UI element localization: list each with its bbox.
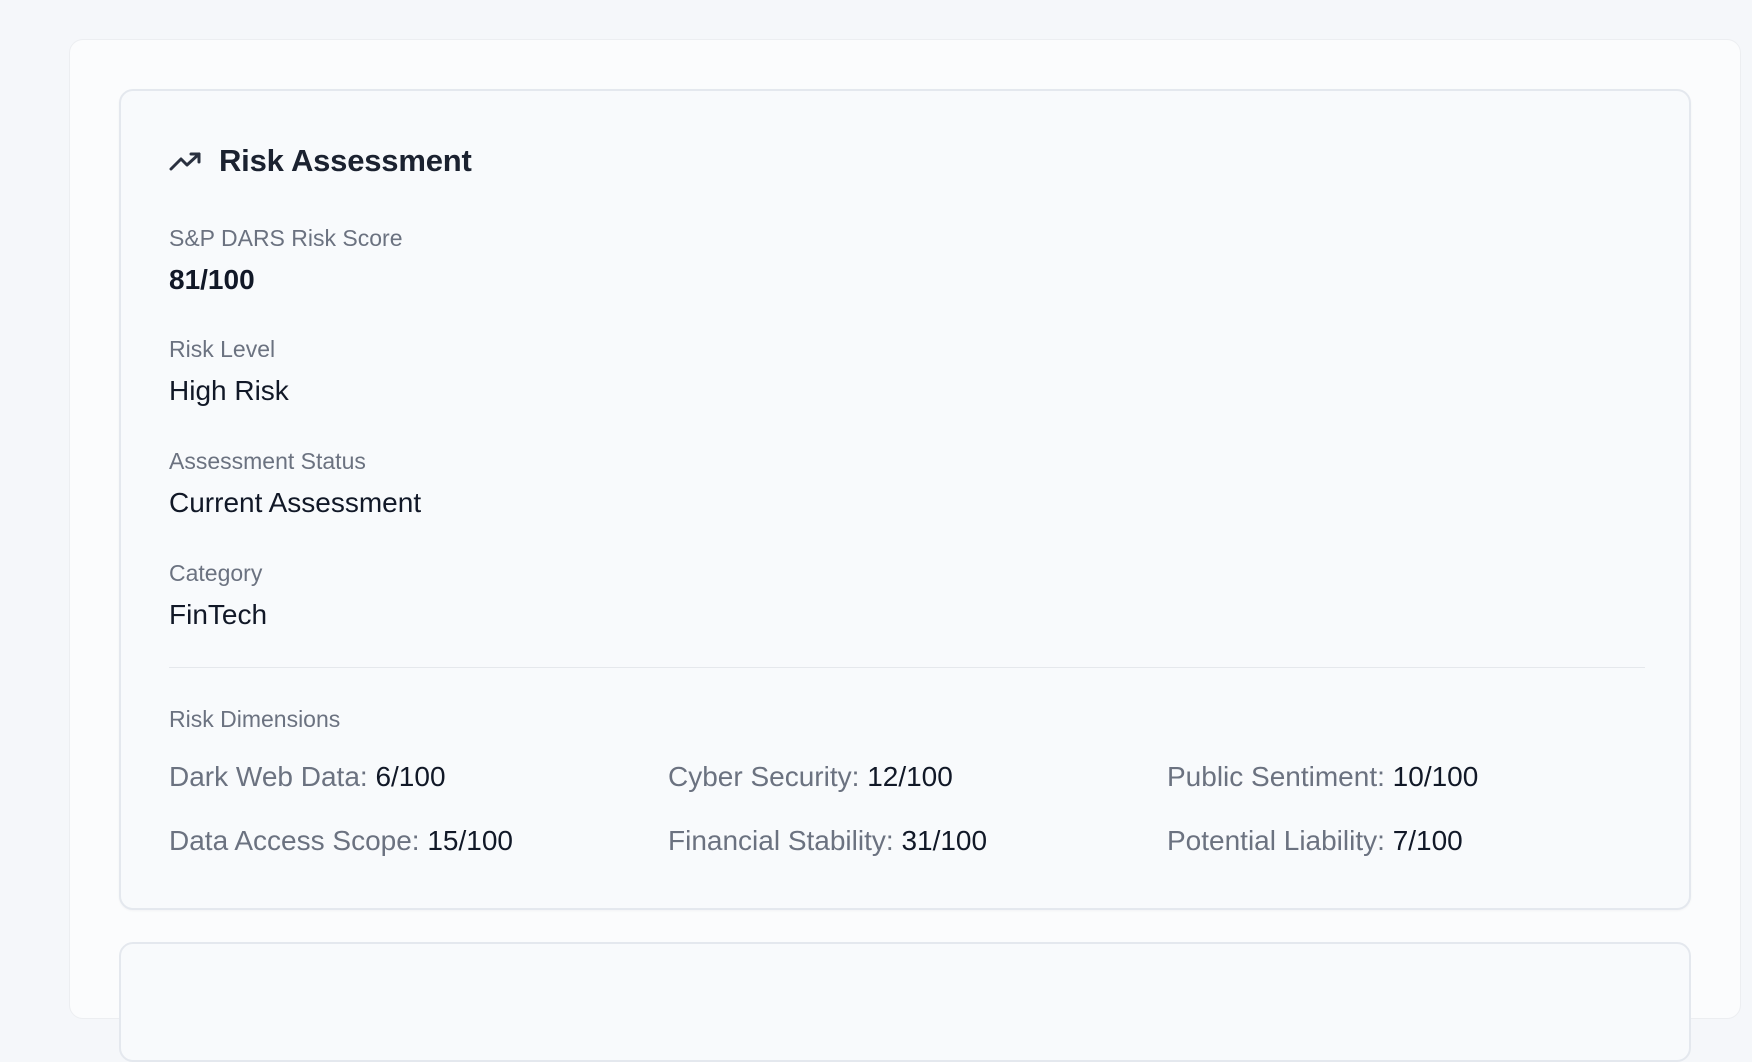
risk-score-label: S&P DARS Risk Score (169, 225, 403, 251)
dimension-dark-web-data: Dark Web Data: 6/100 (169, 759, 446, 795)
risk-score-value: 81/100 (169, 264, 255, 295)
dimension-value: 7/100 (1392, 825, 1463, 856)
dimension-potential-liability: Potential Liability: 7/100 (1167, 823, 1463, 859)
dimension-name: Potential Liability: (1167, 825, 1385, 856)
assessment-status-value: Current Assessment (169, 487, 422, 518)
dimension-name: Dark Web Data: (169, 761, 368, 792)
risk-score-field: S&P DARS Risk Score 81/100 (169, 224, 402, 298)
trending-up-icon (169, 149, 203, 173)
dimension-public-sentiment: Public Sentiment: 10/100 (1167, 759, 1478, 795)
next-card (119, 942, 1691, 1062)
dimension-value: 31/100 (901, 825, 988, 856)
dimension-name: Public Sentiment: (1167, 761, 1385, 792)
risk-level-field: Risk Level High Risk (169, 335, 289, 409)
dimension-cyber-security: Cyber Security: 12/100 (668, 759, 953, 795)
category-field: Category FinTech (169, 559, 267, 633)
assessment-status-label: Assessment Status (169, 448, 366, 474)
dimension-financial-stability: Financial Stability: 31/100 (668, 823, 987, 859)
risk-level-label: Risk Level (169, 336, 276, 362)
dimension-value: 15/100 (427, 825, 513, 856)
risk-assessment-card: Risk Assessment S&P DARS Risk Score 81/1… (119, 89, 1691, 910)
dimension-data-access-scope: Data Access Scope: 15/100 (169, 823, 513, 859)
section-divider (169, 667, 1645, 668)
risk-dimensions-label: Risk Dimensions (169, 706, 341, 732)
category-label: Category (169, 560, 263, 586)
assessment-status-field: Assessment Status Current Assessment (169, 447, 421, 521)
dimension-value: 10/100 (1392, 761, 1479, 792)
dimension-value: 6/100 (375, 761, 446, 792)
dimension-name: Data Access Scope: (169, 825, 420, 856)
risk-level-value: High Risk (169, 375, 289, 406)
category-value: FinTech (169, 599, 268, 630)
dimension-name: Financial Stability: (668, 825, 894, 856)
card-title: Risk Assessment (219, 143, 472, 178)
dimension-value: 12/100 (867, 761, 953, 792)
card-header: Risk Assessment (169, 143, 472, 179)
dimension-name: Cyber Security: (668, 761, 860, 792)
